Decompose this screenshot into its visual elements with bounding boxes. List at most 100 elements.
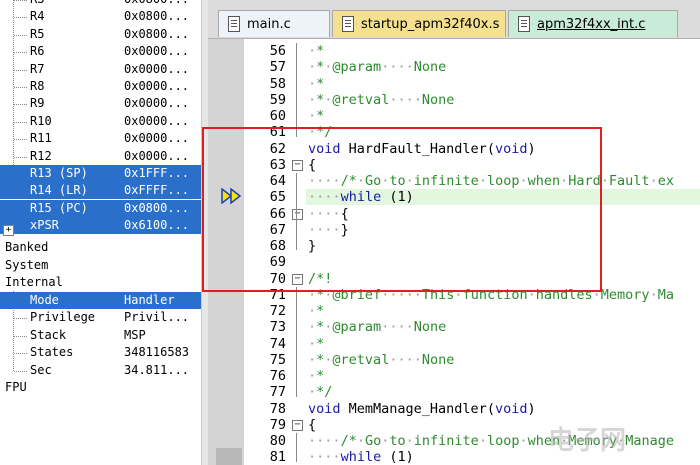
register-value[interactable]: 0x0000... bbox=[124, 61, 189, 78]
tree-line bbox=[14, 87, 27, 88]
group-banked[interactable]: Banked bbox=[5, 239, 48, 256]
code-line[interactable]: ·*·@param····None bbox=[308, 59, 446, 75]
group-fpu[interactable]: FPU bbox=[5, 379, 27, 396]
register-value[interactable]: 0x0000... bbox=[124, 43, 189, 60]
tree-line bbox=[14, 17, 27, 19]
internal-row[interactable]: Privilege Privil... bbox=[0, 309, 201, 326]
internal-value[interactable]: 348116583 bbox=[124, 344, 189, 361]
register-name: R11 bbox=[30, 131, 52, 146]
group-system[interactable]: System bbox=[5, 257, 48, 274]
tree-line bbox=[14, 69, 27, 71]
register-name: R8 bbox=[30, 79, 45, 93]
register-value[interactable]: 0x0800... bbox=[124, 26, 189, 43]
register-name: R10 bbox=[30, 113, 52, 128]
line-number: 78 bbox=[269, 400, 286, 417]
register-row[interactable]: R10 0x0000... bbox=[0, 113, 201, 130]
file-icon bbox=[342, 16, 354, 32]
register-value[interactable]: 0x0800... bbox=[124, 0, 189, 8]
register-row[interactable]: R11 0x0000... bbox=[0, 130, 201, 147]
internal-value[interactable]: MSP bbox=[124, 327, 146, 344]
tree-line bbox=[14, 52, 27, 54]
tab-main-c[interactable]: main.c bbox=[218, 10, 330, 37]
internal-name: Stack bbox=[30, 327, 67, 342]
code-line[interactable]: ·* bbox=[308, 76, 324, 92]
line-number: 57 bbox=[269, 59, 286, 76]
code-line[interactable]: ·*/ bbox=[308, 384, 332, 400]
register-name: R3 bbox=[30, 0, 44, 8]
watermark-logo: 电子网 bbox=[548, 426, 627, 456]
file-tab-bar: main.c startup_apm32f40x.s apm32f4xx_int… bbox=[208, 0, 700, 39]
register-value[interactable]: 0x0000... bbox=[124, 148, 189, 165]
internal-row[interactable]: Sec 34.811... bbox=[0, 362, 201, 379]
internal-name: Sec bbox=[30, 362, 52, 377]
fold-toggle-icon[interactable]: − bbox=[292, 419, 303, 431]
register-row[interactable]: R14 (LR) 0xFFFF... bbox=[0, 182, 201, 200]
tab-startup-s[interactable]: startup_apm32f40x.s bbox=[332, 10, 506, 37]
file-icon bbox=[518, 16, 530, 32]
tree-line bbox=[14, 139, 27, 141]
code-line[interactable]: { bbox=[308, 417, 316, 433]
tree-line bbox=[14, 121, 27, 123]
code-line[interactable]: void MemManage_Handler(void) bbox=[308, 401, 536, 417]
line-number: 59 bbox=[269, 91, 286, 108]
register-row[interactable]: R12 0x0000... bbox=[0, 148, 201, 165]
group-internal[interactable]: Internal bbox=[5, 274, 63, 291]
register-name: R9 bbox=[30, 96, 45, 111]
register-row[interactable]: R6 0x0000... bbox=[0, 43, 201, 60]
register-value[interactable]: 0xFFFF... bbox=[124, 182, 189, 199]
register-row[interactable]: R9 0x0000... bbox=[0, 95, 201, 112]
register-value[interactable]: 0x0000... bbox=[124, 113, 189, 130]
register-value[interactable]: 0x0800... bbox=[124, 200, 189, 217]
register-value[interactable]: 0x6100... bbox=[124, 217, 189, 234]
line-number: 72 bbox=[269, 303, 286, 319]
code-line[interactable]: ·* bbox=[308, 303, 324, 319]
internal-value[interactable]: 34.811... bbox=[124, 362, 189, 379]
register-row[interactable]: R8 0x0000... bbox=[0, 78, 201, 95]
line-number: 79 bbox=[269, 416, 286, 433]
line-number: 81 bbox=[269, 449, 286, 465]
register-name: R12 bbox=[30, 148, 52, 163]
register-row[interactable]: R13 (SP) 0x1FFF... bbox=[0, 165, 201, 182]
code-line[interactable]: ·*·@retval····None bbox=[308, 352, 454, 368]
register-row[interactable]: R7 0x0000... bbox=[0, 61, 201, 78]
line-number: 77 bbox=[269, 384, 286, 401]
line-number: 75 bbox=[269, 351, 286, 368]
code-line[interactable]: ·* bbox=[308, 368, 324, 384]
internal-name: Mode bbox=[30, 293, 59, 307]
internal-value[interactable]: Privil... bbox=[124, 309, 189, 326]
register-row[interactable]: R15 (PC) 0x0800... bbox=[0, 199, 201, 217]
register-value[interactable]: 0x0000... bbox=[124, 130, 189, 147]
tree-line bbox=[14, 34, 27, 36]
register-value[interactable]: 0x0000... bbox=[124, 95, 189, 112]
internal-name: Privilege bbox=[30, 310, 96, 325]
internal-row[interactable]: Stack MSP bbox=[0, 327, 201, 344]
register-name: R6 bbox=[30, 44, 45, 59]
xpsr-expand-icon[interactable]: + bbox=[3, 225, 14, 236]
register-value[interactable]: 0x1FFF... bbox=[124, 165, 189, 182]
code-line[interactable]: ·* bbox=[308, 43, 324, 59]
code-line[interactable]: ····while (1) bbox=[308, 449, 414, 465]
code-line[interactable]: ·*·@param····None bbox=[308, 319, 446, 335]
register-row[interactable]: R4 0x0800... bbox=[0, 8, 201, 25]
register-name: R13 (SP) bbox=[30, 166, 88, 180]
register-row[interactable]: R5 0x0800... bbox=[0, 26, 201, 43]
annotation-highlight-box bbox=[202, 127, 602, 292]
line-number: 56 bbox=[269, 43, 286, 59]
file-icon bbox=[228, 16, 240, 32]
register-value[interactable]: 0x0800... bbox=[124, 8, 189, 25]
tree-line bbox=[14, 104, 27, 106]
tree-line bbox=[14, 0, 27, 1]
code-line[interactable]: ·* bbox=[308, 336, 324, 352]
internal-row[interactable]: States 348116583 bbox=[0, 344, 201, 361]
fold-guide bbox=[296, 43, 297, 137]
internal-value[interactable]: Handler bbox=[124, 292, 175, 309]
tree-line bbox=[14, 156, 27, 158]
internal-row[interactable]: Mode Handler bbox=[0, 292, 201, 309]
register-row[interactable]: xPSR 0x6100... bbox=[0, 217, 201, 235]
register-value[interactable]: 0x0000... bbox=[124, 78, 189, 95]
tab-int-c[interactable]: apm32f4xx_int.c bbox=[508, 10, 678, 37]
code-line[interactable]: ·*·@retval····None bbox=[308, 92, 454, 108]
code-line[interactable]: ·* bbox=[308, 108, 324, 124]
register-name: R15 (PC) bbox=[30, 200, 88, 215]
register-row[interactable]: R3 0x0800... bbox=[0, 0, 201, 8]
